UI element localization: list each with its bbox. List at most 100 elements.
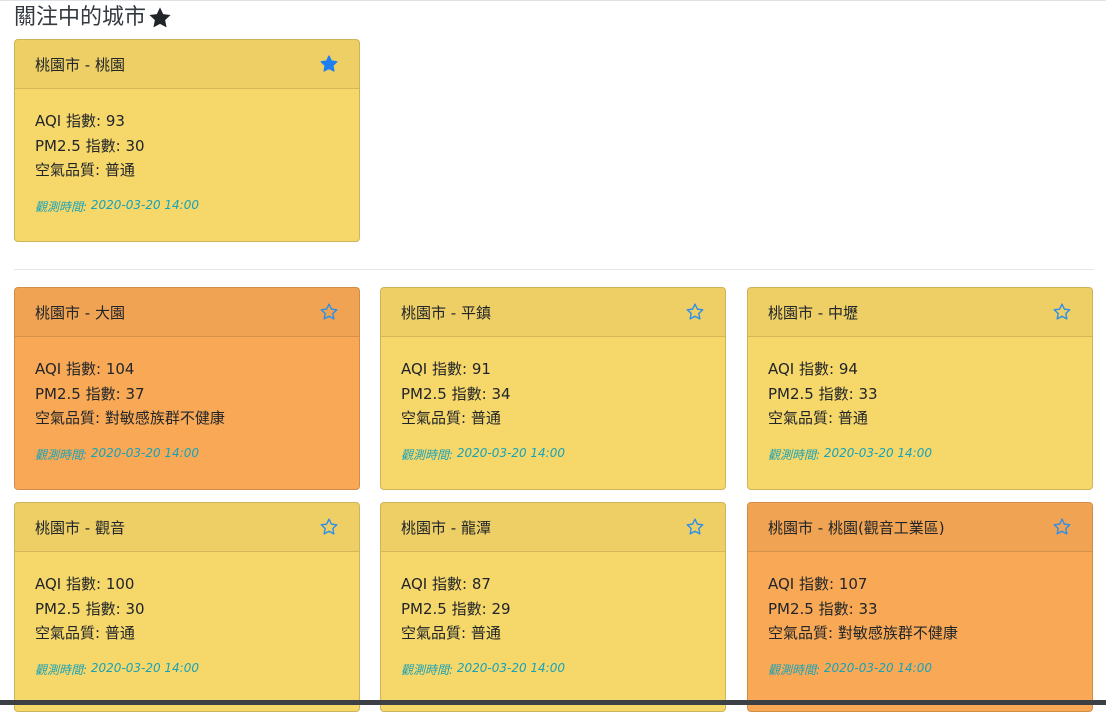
- star-outline-icon[interactable]: [685, 302, 705, 322]
- aqi-value: 100: [105, 575, 135, 593]
- star-outline-icon[interactable]: [1052, 517, 1072, 537]
- card-header: 桃園市 - 桃園: [15, 40, 359, 89]
- favorites-heading: 關注中的城市: [14, 3, 173, 33]
- city-name: 桃園市 - 桃園: [35, 55, 125, 74]
- favorites-title: 關注中的城市: [14, 5, 147, 30]
- card-body: AQI 指數: 87 PM2.5 指數: 29 空氣品質: 普通 觀測時間: 2020…: [381, 552, 725, 692]
- observed-time: 觀測時間: 2020-03-20 14:00: [768, 661, 1072, 678]
- aqi-label: AQI 指數:: [35, 575, 106, 593]
- observed-time: 觀測時間: 2020-03-20 14:00: [768, 446, 1072, 463]
- aqi-row: AQI 指數: 93: [35, 109, 339, 134]
- aqi-value: 107: [838, 575, 868, 593]
- window-bottom-edge: [0, 700, 1106, 705]
- air-quality-status: 普通: [104, 161, 135, 179]
- card-body: AQI 指數: 107 PM2.5 指數: 33 空氣品質: 對敏感族群不健康 觀測時…: [748, 552, 1092, 692]
- aqi-row: AQI 指數: 94: [768, 357, 1072, 382]
- pm25-label: PM2.5 指數:: [35, 384, 126, 403]
- pm25-value: 30: [125, 599, 145, 618]
- star-outline-icon[interactable]: [685, 517, 705, 537]
- observed-time-label: 觀測時間:: [35, 447, 91, 462]
- pm25-value: 34: [491, 384, 511, 403]
- pm25-value: 29: [491, 599, 511, 618]
- city-name: 桃園市 - 桃園(觀音工業區): [768, 518, 945, 537]
- city-card: 桃園市 - 大園 AQI 指數: 104 PM2.5 指數: 37 空氣品質: 對敏感…: [14, 287, 360, 490]
- city-card: 桃園市 - 桃園(觀音工業區) AQI 指數: 107 PM2.5 指數: 33 空氣…: [747, 502, 1093, 712]
- aqi-value: 104: [105, 360, 135, 378]
- aqi-row: AQI 指數: 104: [35, 357, 339, 382]
- observed-time-label: 觀測時間:: [768, 447, 824, 462]
- card-header: 桃園市 - 大園: [15, 288, 359, 337]
- pm25-value: 33: [858, 384, 878, 403]
- aqi-label: AQI 指數:: [768, 575, 839, 593]
- air-quality-row: 空氣品質: 普通: [35, 158, 339, 183]
- observed-time: 觀測時間: 2020-03-20 14:00: [35, 198, 339, 215]
- pm25-row: PM2.5 指數: 37: [35, 382, 339, 407]
- air-quality-row: 空氣品質: 普通: [768, 406, 1072, 431]
- city-name: 桃園市 - 平鎮: [401, 303, 491, 322]
- star-icon: [149, 7, 171, 28]
- air-quality-status: 普通: [104, 624, 135, 642]
- aqi-label: AQI 指數:: [35, 360, 106, 378]
- city-name: 桃園市 - 觀音: [35, 518, 125, 537]
- pm25-value: 33: [858, 599, 878, 618]
- pm25-row: PM2.5 指數: 34: [401, 382, 705, 407]
- aqi-value: 87: [471, 575, 491, 593]
- aqi-label: AQI 指數:: [401, 360, 472, 378]
- city-card: 桃園市 - 觀音 AQI 指數: 100 PM2.5 指數: 30 空氣品質: 普通觀…: [14, 502, 360, 712]
- city-name: 桃園市 - 中壢: [768, 303, 858, 322]
- observed-time-value: 2020-03-20 14:00: [823, 660, 932, 675]
- star-outline-icon[interactable]: [319, 517, 339, 537]
- card-header: 桃園市 - 中壢: [748, 288, 1092, 337]
- observed-time-value: 2020-03-20 14:00: [456, 660, 565, 675]
- observed-time-label: 觀測時間:: [768, 662, 824, 677]
- aqi-row: AQI 指數: 87: [401, 572, 705, 597]
- air-quality-label: 空氣品質:: [768, 409, 838, 427]
- star-outline-icon[interactable]: [1052, 302, 1072, 322]
- card-body: AQI 指數: 100 PM2.5 指數: 30 空氣品質: 普通 觀測時間: 202…: [15, 552, 359, 692]
- city-card: 桃園市 - 桃園 AQI 指數: 93 PM2.5 指數: 30 空氣品質: 普通觀測…: [14, 39, 360, 242]
- air-quality-label: 空氣品質:: [401, 409, 471, 427]
- city-name: 桃園市 - 龍潭: [401, 518, 491, 537]
- air-quality-status: 對敏感族群不健康: [104, 409, 225, 427]
- air-quality-row: 空氣品質: 普通: [401, 621, 705, 646]
- pm25-row: PM2.5 指數: 29: [401, 597, 705, 622]
- star-filled-icon[interactable]: [319, 54, 339, 74]
- pm25-row: PM2.5 指數: 30: [35, 597, 339, 622]
- pm25-label: PM2.5 指數:: [768, 384, 859, 403]
- pm25-row: PM2.5 指數: 33: [768, 382, 1072, 407]
- observed-time-value: 2020-03-20 14:00: [90, 197, 199, 212]
- aqi-value: 94: [838, 360, 858, 378]
- observed-time-value: 2020-03-20 14:00: [823, 445, 932, 460]
- observed-time-value: 2020-03-20 14:00: [90, 445, 199, 460]
- aqi-label: AQI 指數:: [35, 112, 106, 130]
- star-outline-icon[interactable]: [319, 302, 339, 322]
- observed-time-value: 2020-03-20 14:00: [456, 445, 565, 460]
- aqi-value: 93: [105, 112, 125, 130]
- air-quality-row: 空氣品質: 對敏感族群不健康: [768, 621, 1072, 646]
- city-card: 桃園市 - 龍潭 AQI 指數: 87 PM2.5 指數: 29 空氣品質: 普通 觀測…: [380, 502, 726, 712]
- observed-time-label: 觀測時間:: [35, 662, 91, 677]
- observed-time: 觀測時間: 2020-03-20 14:00: [401, 661, 705, 678]
- aqi-value: 91: [471, 360, 491, 378]
- pm25-label: PM2.5 指數:: [35, 136, 126, 155]
- observed-time: 觀測時間: 2020-03-20 14:00: [401, 446, 705, 463]
- card-header: 桃園市 - 龍潭: [381, 503, 725, 552]
- air-quality-row: 空氣品質: 對敏感族群不健康: [35, 406, 339, 431]
- air-quality-label: 空氣品質:: [35, 161, 105, 179]
- aqi-row: AQI 指數: 107: [768, 572, 1072, 597]
- air-quality-label: 空氣品質:: [401, 624, 471, 642]
- observed-time-value: 2020-03-20 14:00: [90, 660, 199, 675]
- card-header: 桃園市 - 桃園(觀音工業區): [748, 503, 1092, 552]
- air-quality-status: 對敏感族群不健康: [837, 624, 958, 642]
- air-quality-status: 普通: [470, 409, 501, 427]
- pm25-label: PM2.5 指數:: [401, 599, 492, 618]
- air-quality-status: 普通: [470, 624, 501, 642]
- air-quality-label: 空氣品質:: [35, 409, 105, 427]
- pm25-value: 30: [125, 136, 145, 155]
- observed-time: 觀測時間: 2020-03-20 14:00: [35, 661, 339, 678]
- aqi-label: AQI 指數:: [401, 575, 472, 593]
- observed-time: 觀測時間: 2020-03-20 14:00: [35, 446, 339, 463]
- section-divider: [14, 269, 1094, 270]
- city-name: 桃園市 - 大園: [35, 303, 125, 322]
- card-body: AQI 指數: 94 PM2.5 指數: 33 空氣品質: 普通 觀測時間: 2020…: [748, 337, 1092, 477]
